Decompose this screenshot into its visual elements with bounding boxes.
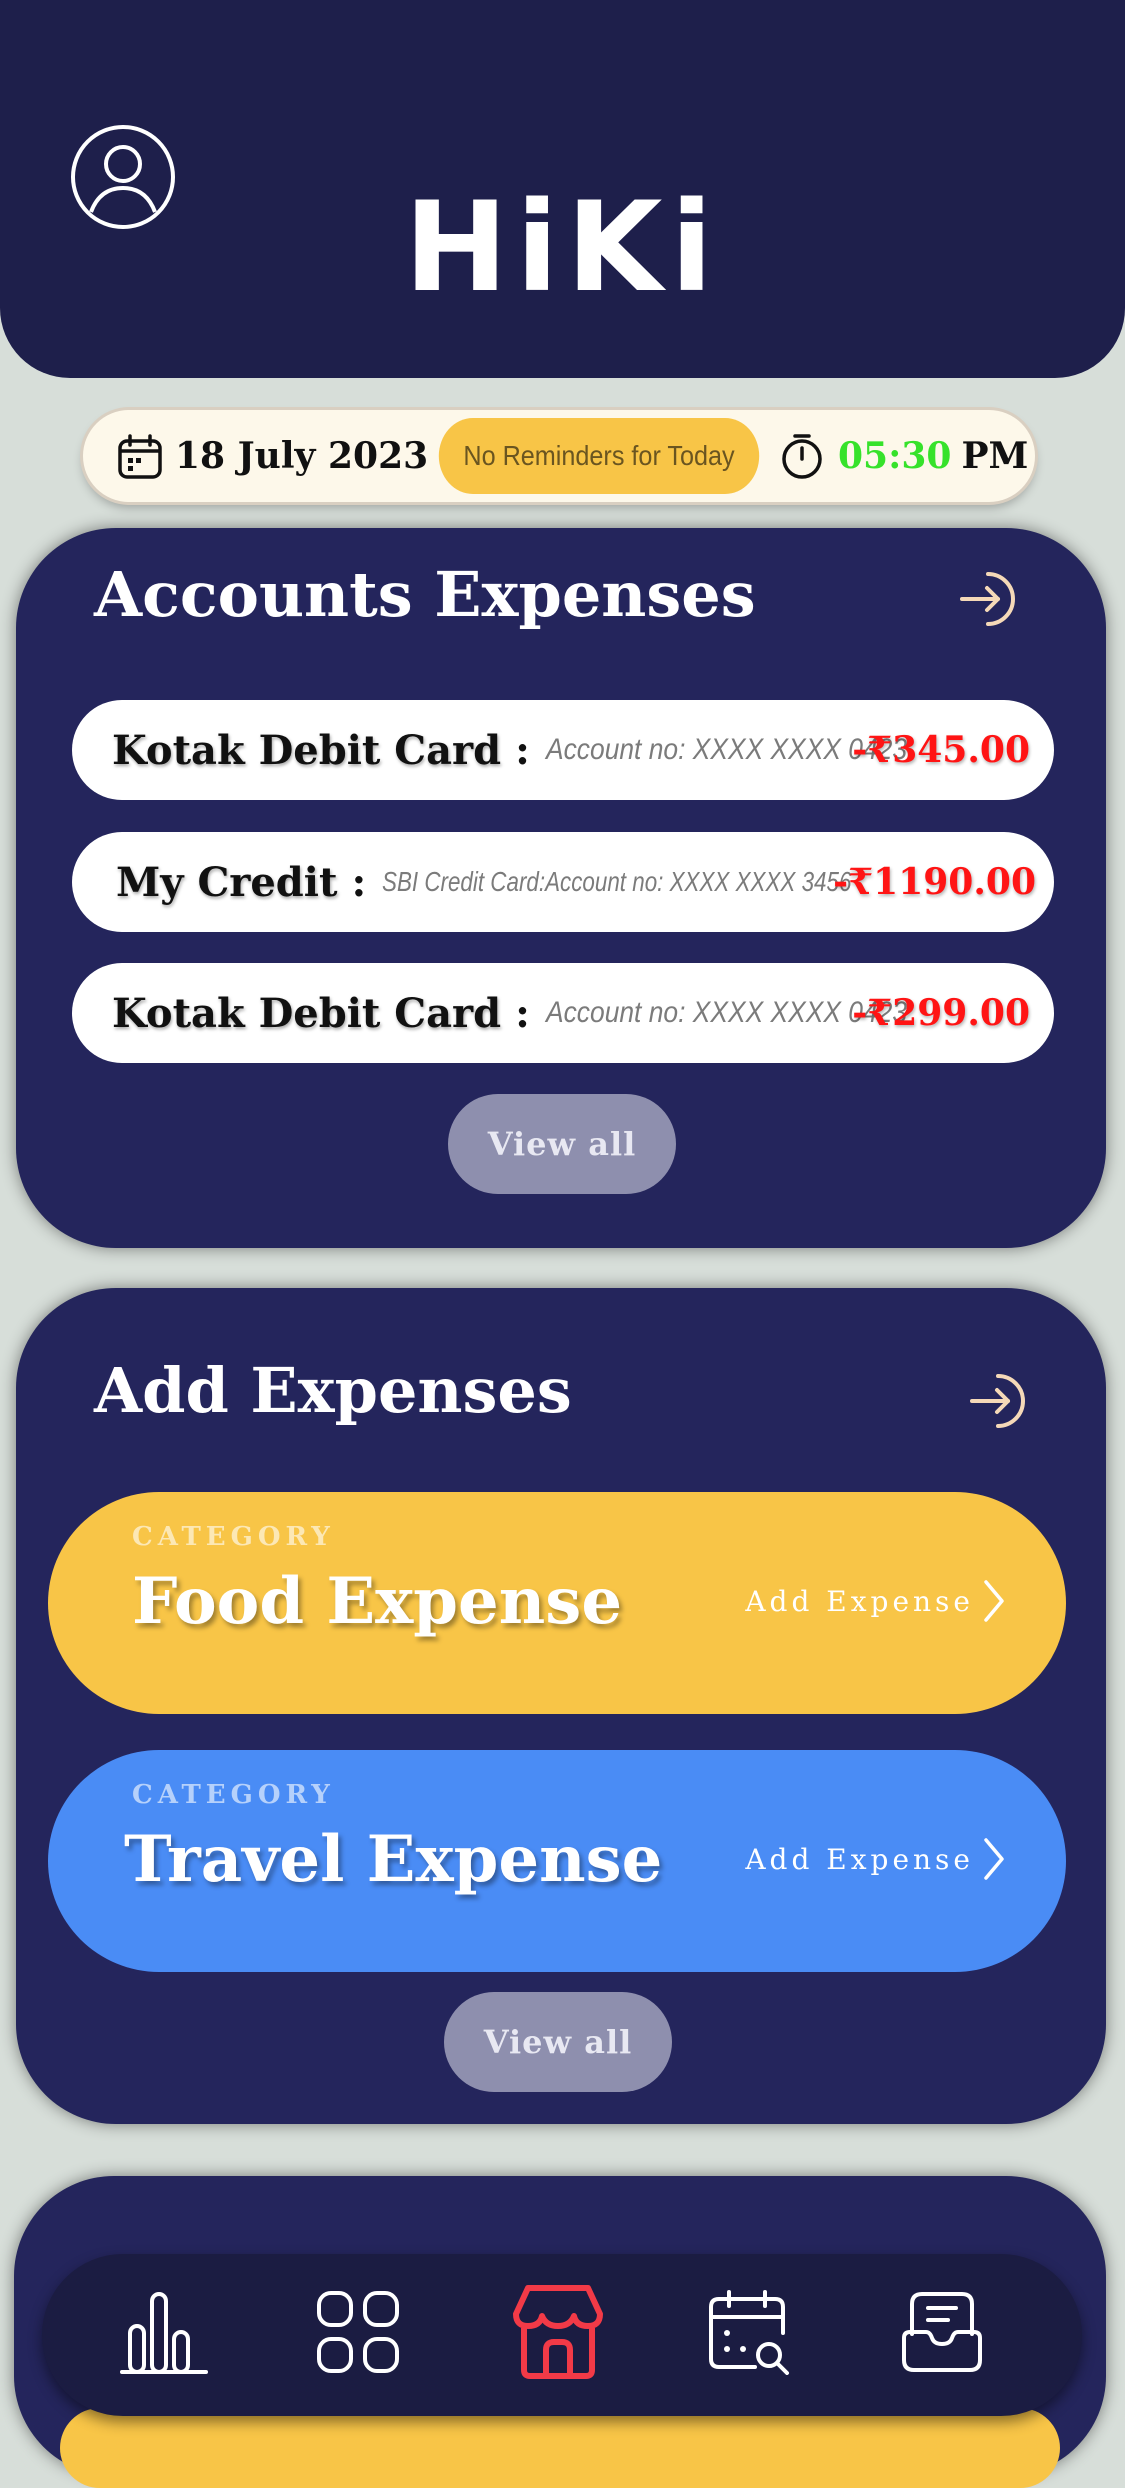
nav-dashboard[interactable]: [308, 2282, 408, 2382]
food-expense-card[interactable]: CATEGORY Food Expense Add Expense: [48, 1492, 1066, 1714]
add-expense-link[interactable]: Add Expense: [745, 1578, 1006, 1624]
arrow-enter-icon[interactable]: [958, 568, 1020, 630]
account-amount: -₹345.00: [852, 729, 1030, 771]
bottom-nav: [42, 2254, 1082, 2416]
time-value: 05:30: [838, 435, 952, 477]
reminder-badge[interactable]: No Reminders for Today: [438, 418, 760, 494]
accounts-expenses-title: Accounts Expenses: [94, 558, 756, 631]
account-separator: :: [515, 726, 530, 774]
account-amount: -₹299.00: [852, 992, 1030, 1034]
current-time: 05:30 PM: [838, 430, 1028, 482]
calendar-search-icon: [709, 2290, 789, 2375]
nav-store[interactable]: [508, 2282, 608, 2382]
store-icon: [513, 2285, 603, 2379]
account-amount: -₹1190.00: [833, 861, 1036, 903]
add-expenses-panel: Add Expenses CATEGORY Food Expense Add E…: [16, 1288, 1106, 2124]
add-expense-label: Add Expense: [745, 1842, 974, 1876]
nav-calendar[interactable]: [698, 2282, 798, 2382]
view-all-categories-button[interactable]: View all: [444, 1992, 672, 2092]
add-expense-label: Add Expense: [745, 1584, 974, 1618]
travel-expense-card[interactable]: CATEGORY Travel Expense Add Expense: [48, 1750, 1066, 1972]
account-item[interactable]: My Credit : SBI Credit Card:Account no: …: [72, 832, 1054, 932]
stopwatch-icon: [782, 434, 822, 479]
inbox-icon: [902, 2292, 982, 2372]
bar-chart-icon: [120, 2292, 208, 2374]
time-period: PM: [961, 435, 1029, 477]
add-expense-link[interactable]: Add Expense: [745, 1836, 1006, 1882]
account-name: My Credit: [116, 858, 338, 906]
account-item[interactable]: Kotak Debit Card : Account no: XXXX XXXX…: [72, 963, 1054, 1063]
arrow-enter-icon[interactable]: [968, 1370, 1030, 1432]
chevron-right-icon: [984, 1838, 1004, 1880]
account-meta: SBI Credit Card:Account no: XXXX XXXX 34…: [382, 866, 852, 897]
category-label: CATEGORY: [132, 1522, 335, 1552]
accounts-expenses-panel: Accounts Expenses Kotak Debit Card : Acc…: [16, 528, 1106, 1248]
account-name: Kotak Debit Card: [112, 726, 502, 774]
add-expenses-title: Add Expenses: [94, 1354, 572, 1427]
grid-icon: [317, 2291, 399, 2373]
account-item[interactable]: Kotak Debit Card : Account no: XXXX XXXX…: [72, 700, 1054, 800]
view-all-accounts-button[interactable]: View all: [448, 1094, 676, 1194]
account-separator: :: [515, 989, 530, 1037]
account-separator: :: [351, 858, 367, 906]
category-name: Food Expense: [132, 1564, 623, 1639]
status-bar: 18 July 2023 No Reminders for Today 05:3…: [83, 410, 1035, 502]
nav-inbox[interactable]: [892, 2282, 992, 2382]
category-label: CATEGORY: [132, 1780, 335, 1810]
app-header: HiKi: [0, 0, 1125, 378]
account-name: Kotak Debit Card: [112, 989, 502, 1037]
calendar-icon: [118, 434, 162, 479]
next-panel-card: [60, 2408, 1060, 2488]
current-date: 18 July 2023: [175, 435, 429, 477]
nav-stats[interactable]: [114, 2282, 214, 2382]
category-name: Travel Expense: [124, 1822, 663, 1897]
chevron-right-icon: [984, 1580, 1004, 1622]
app-title: HiKi: [404, 176, 721, 320]
